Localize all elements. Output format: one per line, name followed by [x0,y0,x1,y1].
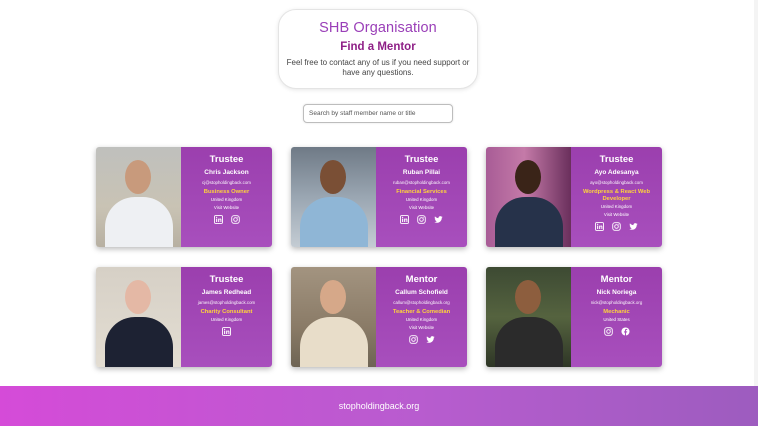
member-role: Mentor [405,274,438,285]
footer: stopholdingback.org [0,386,758,426]
member-name: Ruban Pillai [402,169,441,176]
instagram-icon[interactable] [230,215,240,224]
member-name: Nick Noriega [596,289,637,296]
member-role: Trustee [599,154,634,165]
member-country: United Kingdom [405,317,438,322]
member-photo [291,267,376,367]
member-info: Trustee James Redhead james@stopholdingb… [181,267,272,367]
member-info: Trustee Chris Jackson cj@stopholdingback… [181,147,272,247]
twitter-icon[interactable] [434,215,443,224]
member-name: Chris Jackson [204,169,249,176]
member-country: United Kingdom [210,317,243,322]
member-role: Mentor [600,274,633,285]
social-icons [213,215,240,224]
member-country: United Kingdom [600,204,633,209]
member-name: James Redhead [201,289,252,296]
member-card: Mentor Callum Schofield callum@stopholdi… [291,267,467,367]
instagram-icon[interactable] [603,327,613,336]
visit-website-link[interactable]: Visit Website [409,205,434,211]
member-email[interactable]: callum@stopholdingback.org [393,300,449,306]
linkedin-icon[interactable] [222,327,231,336]
member-name: Ayo Adesanya [594,169,639,176]
member-job: Wordpress & React Web Developer [582,189,651,202]
footer-link[interactable]: stopholdingback.org [339,401,420,411]
member-role: Trustee [404,154,439,165]
member-email[interactable]: ayo@stopholdingback.com [590,180,643,186]
instagram-icon[interactable] [417,215,426,224]
member-job: Charity Consultant [200,309,253,315]
member-info: Mentor Nick Noriega nick@stopholdingback… [571,267,662,367]
instagram-icon[interactable] [612,222,621,231]
member-photo [96,147,181,247]
member-info: Trustee Ruban Pillai ruban@stopholdingba… [376,147,467,247]
social-icons [603,327,630,336]
member-card: Trustee Ayo Adesanya ayo@stopholdingback… [486,147,662,247]
social-icons [222,327,231,336]
member-card: Mentor Nick Noriega nick@stopholdingback… [486,267,662,367]
member-job: Financial Services [396,189,447,195]
member-email[interactable]: james@stopholdingback.com [198,300,255,306]
search-input[interactable] [303,104,453,123]
member-email[interactable]: ruban@stopholdingback.com [393,180,450,186]
linkedin-icon[interactable] [595,222,604,231]
member-photo [486,267,571,367]
social-icons [595,222,638,231]
org-name: SHB Organisation [319,20,437,36]
member-country: United Kingdom [210,197,243,202]
page-description: Feel free to contact any of us if you ne… [286,58,470,77]
social-icons [400,215,443,224]
member-country: United Kingdom [405,197,438,202]
member-info: Mentor Callum Schofield callum@stopholdi… [376,267,467,367]
visit-website-link[interactable]: Visit Website [604,212,629,218]
social-icons [408,335,435,344]
page-title: Find a Mentor [340,41,416,53]
member-country: United States [603,317,630,322]
linkedin-icon[interactable] [213,215,223,224]
member-card: Trustee Chris Jackson cj@stopholdingback… [96,147,272,247]
visit-website-link[interactable]: Visit Website [214,205,239,211]
member-card: Trustee James Redhead james@stopholdingb… [96,267,272,367]
scrollbar[interactable] [754,0,758,386]
member-role: Trustee [209,154,244,165]
member-email[interactable]: cj@stopholdingback.com [202,180,251,186]
header-card: SHB Organisation Find a Mentor Feel free… [278,9,478,89]
member-photo [291,147,376,247]
twitter-icon[interactable] [425,335,435,344]
member-job: Teacher & Comedian [392,309,451,315]
visit-website-link[interactable]: Visit Website [409,325,434,331]
member-info: Trustee Ayo Adesanya ayo@stopholdingback… [571,147,662,247]
member-name: Callum Schofield [395,289,448,296]
member-photo [486,147,571,247]
member-email[interactable]: nick@stopholdingback.org [591,300,643,306]
member-photo [96,267,181,367]
member-job: Business Owner [203,189,250,195]
member-job: Mechanic [603,309,630,315]
member-card: Trustee Ruban Pillai ruban@stopholdingba… [291,147,467,247]
linkedin-icon[interactable] [400,215,409,224]
facebook-icon[interactable] [620,327,630,336]
twitter-icon[interactable] [629,222,638,231]
instagram-icon[interactable] [408,335,418,344]
member-role: Trustee [209,274,244,285]
